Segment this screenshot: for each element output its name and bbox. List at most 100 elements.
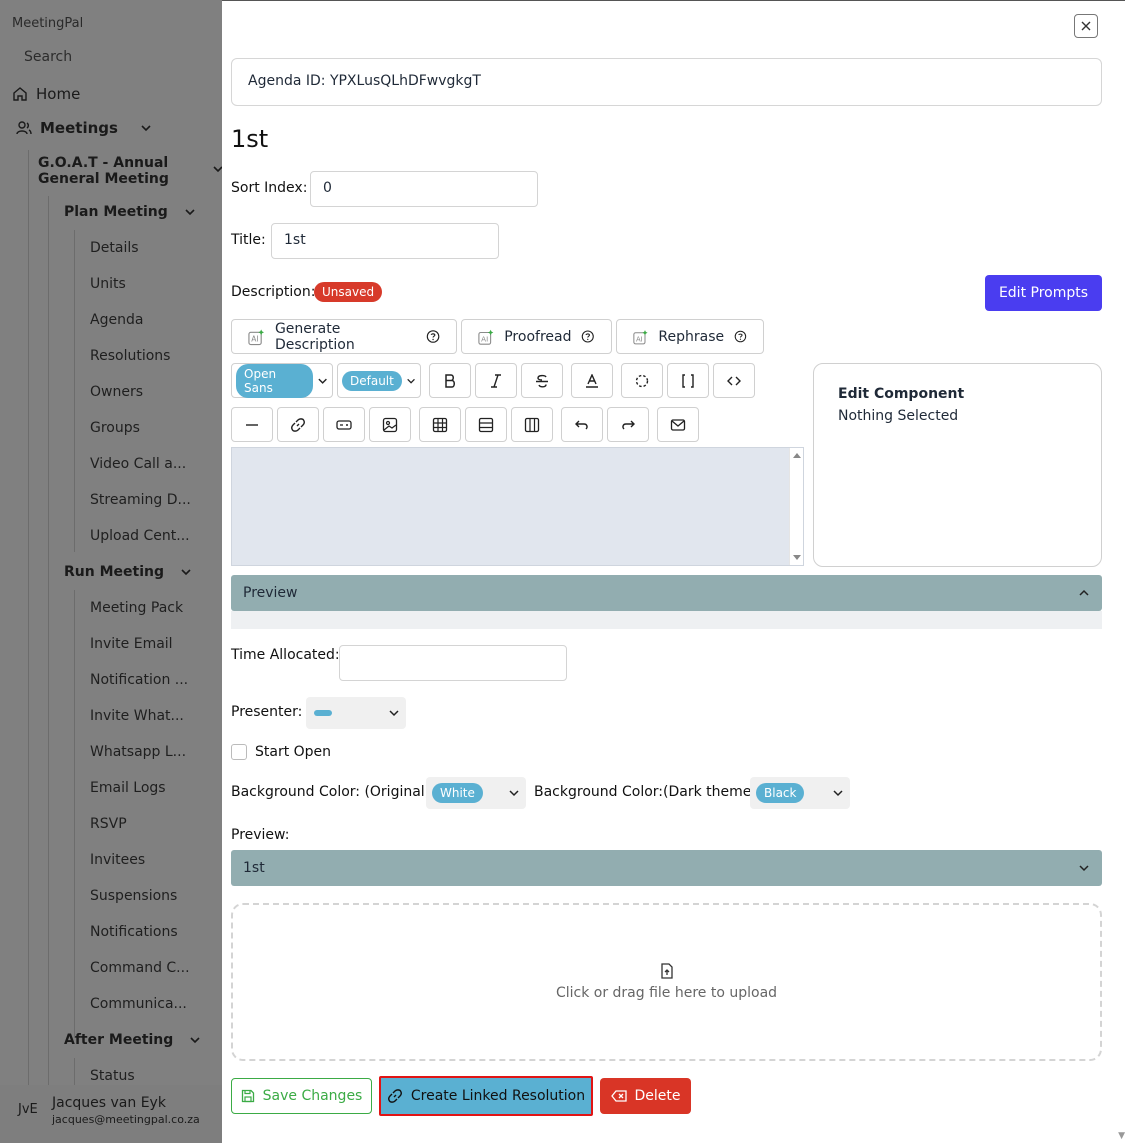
sidebar-item-groups[interactable]: Groups <box>90 420 140 436</box>
sort-index-input[interactable]: 0 <box>310 171 538 207</box>
sidebar-item-invitees[interactable]: Invitees <box>90 852 145 868</box>
chevron-down-icon <box>389 710 399 717</box>
user-profile[interactable]: JvE Jacques van Eyk jacques@meetingpal.c… <box>0 1085 222 1143</box>
input-icon <box>336 419 352 430</box>
mail-icon <box>670 418 686 431</box>
button-insert-button[interactable] <box>323 407 365 442</box>
rephrase-button[interactable]: AI Rephrase <box>616 319 764 354</box>
edit-component-title: Edit Component <box>838 386 965 402</box>
help-icon[interactable] <box>581 329 595 344</box>
sidebar-item-invite-email[interactable]: Invite Email <box>90 636 173 652</box>
font-family-select[interactable]: Open Sans <box>231 363 333 398</box>
text-color-button[interactable] <box>571 363 613 398</box>
sidebar-item-meeting[interactable]: G.O.A.T - Annual General Meeting <box>38 155 178 187</box>
file-upload-dropzone[interactable]: Click or drag file here to upload <box>231 903 1102 1061</box>
bg-dark-select[interactable]: Black <box>750 777 850 809</box>
svg-text:AI: AI <box>481 334 488 343</box>
horizontal-rule-button[interactable] <box>231 407 273 442</box>
font-size-select[interactable]: Default <box>337 363 421 398</box>
strikethrough-button[interactable] <box>521 363 563 398</box>
presenter-placeholder-pill <box>314 710 332 716</box>
sidebar-item-meeting-pack[interactable]: Meeting Pack <box>90 600 183 616</box>
highlight-button[interactable] <box>621 363 663 398</box>
title-input[interactable]: 1st <box>271 223 499 259</box>
sidebar-item-home[interactable]: Home <box>12 85 80 103</box>
sidebar-item-streaming[interactable]: Streaming D... <box>90 492 191 508</box>
editor-scrollbar[interactable] <box>789 448 803 565</box>
sidebar-section-after[interactable]: After Meeting <box>64 1032 201 1048</box>
file-upload-icon <box>660 963 673 979</box>
link-button[interactable] <box>277 407 319 442</box>
help-icon[interactable] <box>426 329 440 344</box>
sidebar-item-resolutions[interactable]: Resolutions <box>90 348 170 364</box>
undo-button[interactable] <box>561 407 603 442</box>
sidebar-item-units[interactable]: Units <box>90 276 126 292</box>
chevron-up-icon <box>1079 589 1089 596</box>
tree-line <box>48 196 49 1085</box>
sidebar-item-notification[interactable]: Notification ... <box>90 672 188 688</box>
redo-button[interactable] <box>607 407 649 442</box>
sidebar-item-communications[interactable]: Communica... <box>90 996 187 1012</box>
sidebar-item-whatsapp-logs[interactable]: Whatsapp L... <box>90 744 186 760</box>
sidebar-section-plan[interactable]: Plan Meeting <box>64 204 196 220</box>
presenter-select[interactable] <box>306 697 406 729</box>
time-allocated-input[interactable] <box>339 645 567 681</box>
italic-button[interactable] <box>475 363 517 398</box>
sidebar-item-status[interactable]: Status <box>90 1068 135 1084</box>
sidebar-item-meetings[interactable]: Meetings <box>16 119 152 137</box>
sidebar-item-agenda[interactable]: Agenda <box>90 312 143 328</box>
sidebar-item-suspensions[interactable]: Suspensions <box>90 888 177 904</box>
sidebar-item-details[interactable]: Details <box>90 240 139 256</box>
scroll-up-icon <box>793 453 801 458</box>
preview-accordion[interactable]: Preview <box>231 575 1102 611</box>
link-icon <box>387 1089 402 1103</box>
sidebar-item-email-logs[interactable]: Email Logs <box>90 780 166 796</box>
tree-line <box>74 590 75 1038</box>
sidebar-search-input[interactable]: Search <box>24 49 72 65</box>
email-button[interactable] <box>657 407 699 442</box>
bold-button[interactable] <box>429 363 471 398</box>
bg-original-select[interactable]: White <box>426 777 526 809</box>
sidebar-item-invite-whatsapp[interactable]: Invite What... <box>90 708 184 724</box>
table-button[interactable] <box>419 407 461 442</box>
unsaved-badge: Unsaved <box>314 282 383 302</box>
sidebar-item-owners[interactable]: Owners <box>90 384 143 400</box>
scroll-down-icon <box>793 555 801 560</box>
sidebar-item-video-call[interactable]: Video Call a... <box>90 456 186 472</box>
help-icon[interactable] <box>734 329 747 344</box>
image-button[interactable] <box>369 407 411 442</box>
sidebar-section-run[interactable]: Run Meeting <box>64 564 192 580</box>
text-color-icon <box>586 373 598 388</box>
rows-icon <box>478 417 494 432</box>
rows-button[interactable] <box>465 407 507 442</box>
preview2-accordion[interactable]: 1st <box>231 850 1102 886</box>
close-icon <box>1081 21 1091 31</box>
description-editor[interactable] <box>231 447 804 566</box>
close-button[interactable] <box>1074 14 1098 38</box>
edit-prompts-button[interactable]: Edit Prompts <box>985 275 1102 311</box>
code-button[interactable] <box>713 363 755 398</box>
sidebar-item-notifications[interactable]: Notifications <box>90 924 178 940</box>
save-changes-button[interactable]: Save Changes <box>231 1078 372 1114</box>
button-label: Proofread <box>504 328 572 345</box>
start-open-checkbox[interactable] <box>231 744 247 760</box>
chevron-down-icon <box>1079 865 1089 872</box>
chevron-down-icon <box>318 378 327 384</box>
sidebar-item-rsvp[interactable]: RSVP <box>90 816 127 832</box>
user-email: jacques@meetingpal.co.za <box>52 1113 200 1126</box>
upload-text: Click or drag file here to upload <box>555 985 778 1001</box>
home-icon <box>13 87 27 101</box>
proofread-button[interactable]: AI Proofread <box>461 319 612 354</box>
circle-dashed-icon <box>635 374 649 387</box>
columns-button[interactable] <box>511 407 553 442</box>
brackets-button[interactable] <box>667 363 709 398</box>
sidebar-item-command-centre[interactable]: Command C... <box>90 960 190 976</box>
panel-scroll-down-icon[interactable]: ▼ <box>1118 1131 1125 1141</box>
sidebar-item-upload-centre[interactable]: Upload Cent... <box>90 528 190 544</box>
delete-button[interactable]: Delete <box>600 1078 691 1114</box>
presenter-label: Presenter: <box>231 704 303 720</box>
generate-description-button[interactable]: AI Generate Description <box>231 319 457 354</box>
italic-icon <box>491 373 501 388</box>
create-linked-resolution-button[interactable]: Create Linked Resolution <box>379 1076 593 1116</box>
button-label: Save Changes <box>262 1088 363 1104</box>
